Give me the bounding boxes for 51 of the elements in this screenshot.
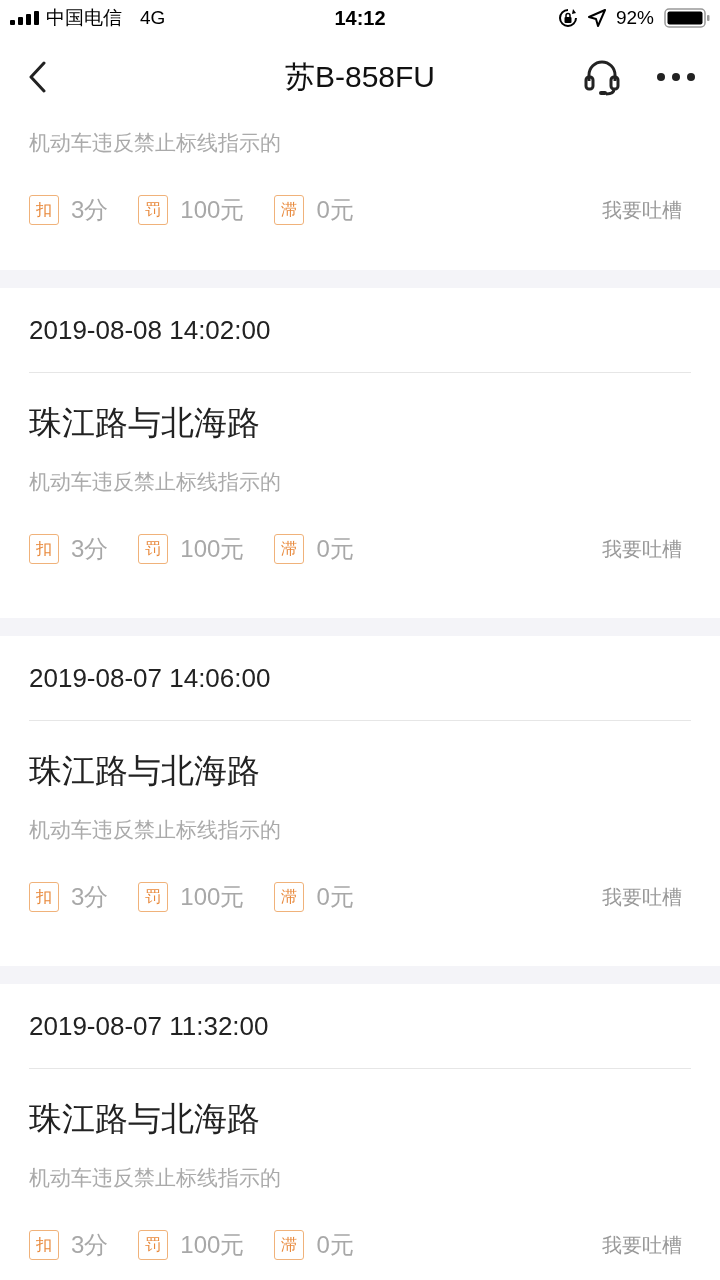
penalty-badge: 扣	[29, 1230, 59, 1260]
violation-description: 机动车违反禁止标线指示的	[29, 130, 282, 157]
violation-description: 机动车违反禁止标线指示的	[29, 817, 282, 844]
back-icon	[28, 61, 46, 93]
carrier-name: 中国电信	[46, 6, 122, 30]
penalty-badge: 滞	[274, 534, 305, 564]
rotation-lock-icon	[557, 8, 578, 28]
penalty-badge: 罚	[138, 195, 169, 225]
penalty-badge: 滞	[274, 195, 305, 225]
penalty-badge: 滞	[274, 882, 305, 912]
penalty-value: 100元	[180, 882, 245, 912]
violation-location: 珠江路与北海路	[29, 1099, 261, 1139]
penalty-badge: 扣	[29, 534, 59, 564]
clock: 14:12	[334, 6, 386, 30]
penalty-value: 0元	[316, 882, 354, 912]
penalty-value: 3分	[71, 195, 109, 225]
violation-description: 机动车违反禁止标线指示的	[29, 1165, 282, 1192]
penalty-badge: 扣	[29, 882, 59, 912]
penalty-badge: 罚	[138, 882, 169, 912]
complaint-link[interactable]: 我要吐槽	[602, 196, 682, 224]
complaint-link[interactable]: 我要吐槽	[602, 1231, 682, 1259]
battery-icon	[664, 8, 710, 28]
back-button[interactable]	[28, 61, 46, 93]
complaint-link[interactable]: 我要吐槽	[602, 535, 682, 563]
penalty-badge: 扣	[29, 195, 59, 225]
location-arrow-icon	[587, 9, 606, 27]
penalty-value: 0元	[316, 195, 354, 225]
penalty-value: 0元	[316, 1230, 354, 1260]
violation-time: 2019-08-07 11:32:00	[29, 1010, 270, 1043]
violation-description: 机动车违反禁止标线指示的	[29, 469, 282, 496]
signal-icon	[10, 11, 40, 25]
penalty-badge: 滞	[274, 1230, 305, 1260]
penalty-value: 3分	[71, 1230, 109, 1260]
penalty-badge: 罚	[138, 1230, 169, 1260]
more-button[interactable]	[656, 72, 696, 82]
penalty-value: 0元	[316, 534, 354, 564]
penalty-badge: 罚	[138, 534, 169, 564]
more-icon	[656, 72, 696, 82]
penalty-value: 100元	[180, 195, 245, 225]
violation-time: 2019-08-07 14:06:00	[29, 662, 272, 695]
complaint-link[interactable]: 我要吐槽	[602, 883, 682, 911]
violation-time: 2019-08-08 14:02:00	[29, 314, 272, 347]
penalty-value: 100元	[180, 1230, 245, 1260]
nav-title: 苏B-858FU	[285, 58, 435, 95]
penalty-value: 100元	[180, 534, 245, 564]
violation-location: 珠江路与北海路	[29, 751, 261, 791]
penalty-value: 3分	[71, 882, 109, 912]
network-type: 4G	[140, 7, 166, 29]
violation-location: 珠江路与北海路	[29, 403, 261, 443]
penalty-value: 3分	[71, 534, 109, 564]
battery-percent: 92%	[615, 7, 654, 29]
